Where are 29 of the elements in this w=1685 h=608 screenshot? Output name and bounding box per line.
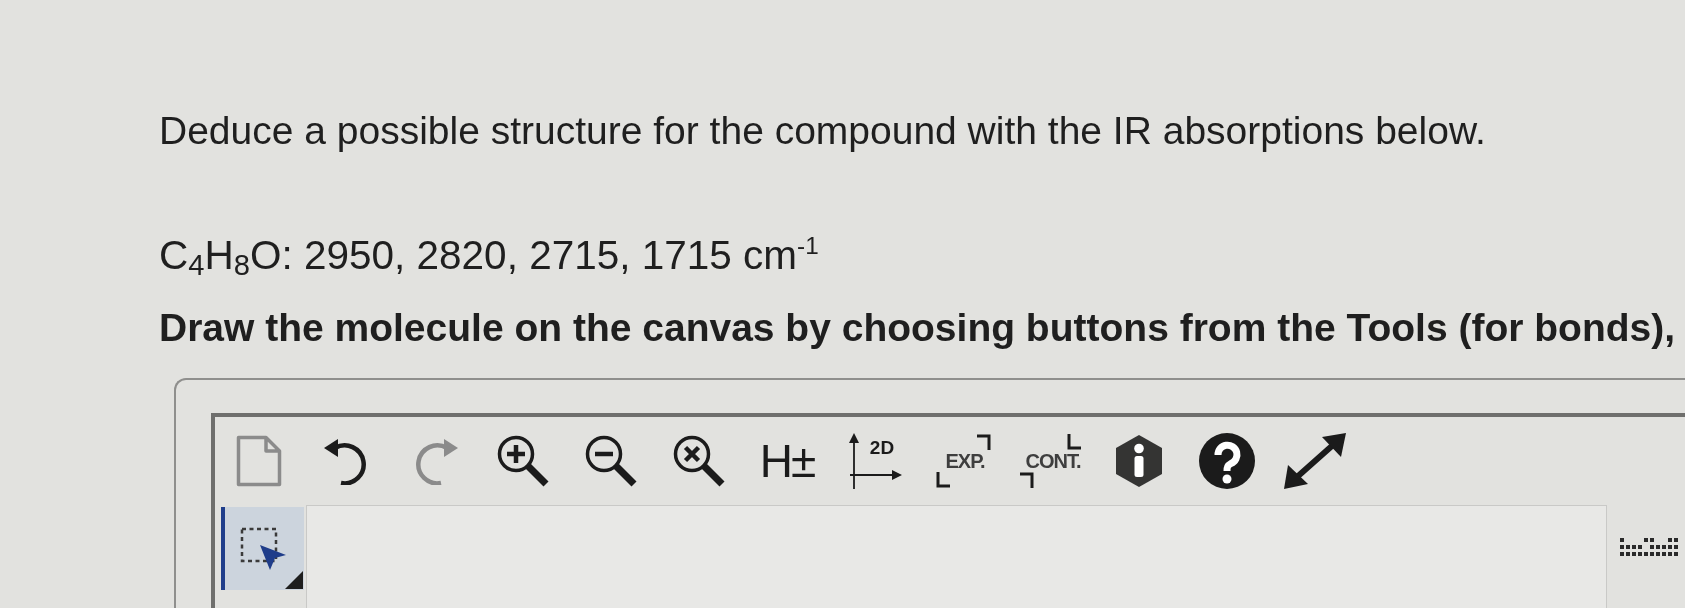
info-icon: [1115, 435, 1163, 487]
help-icon: [1198, 432, 1256, 490]
zoom-out-button[interactable]: [584, 434, 638, 488]
info-button[interactable]: [1115, 435, 1163, 487]
dot-grid-icon: [1620, 535, 1678, 559]
up-arrow-icon: [848, 433, 860, 489]
clean-2d-button[interactable]: 2D: [848, 433, 902, 489]
fullscreen-button[interactable]: [1283, 431, 1347, 491]
magnifier-x-icon: [672, 434, 726, 488]
zoom-out-icon: [584, 434, 638, 488]
corner-mark-icon: [1019, 472, 1034, 488]
help-button[interactable]: [1198, 432, 1256, 490]
ir-data-text: C$_{4}$H$_{8}$O: 2950, 2820, 2715, 1715 cm$^{-1}$: [159, 232, 819, 278]
double-arrow-icon: [1283, 431, 1347, 491]
corner-mark-icon: [1066, 434, 1081, 450]
corner-mark-icon: [935, 472, 950, 488]
contract-button[interactable]: CONT.: [1015, 429, 1087, 493]
corner-triangle-icon: [285, 571, 303, 589]
question-text: Deduce a possible structure for the compound with the IR absorptions below.: [159, 108, 1486, 154]
corner-mark-icon: [976, 434, 991, 450]
zoom-reset-button[interactable]: [672, 434, 726, 488]
zoom-in-button[interactable]: [496, 434, 550, 488]
instruction-text: Draw the molecule on the canvas by choosing buttons from the Tools (for bonds),: [159, 305, 1676, 351]
hydrogens-button[interactable]: H±: [759, 439, 815, 483]
expand-button[interactable]: EXP.: [935, 429, 991, 493]
right-arrow-icon: [850, 469, 902, 481]
page-icon: [236, 435, 282, 487]
select-tool[interactable]: [221, 507, 304, 590]
zoom-in-icon: [496, 434, 550, 488]
